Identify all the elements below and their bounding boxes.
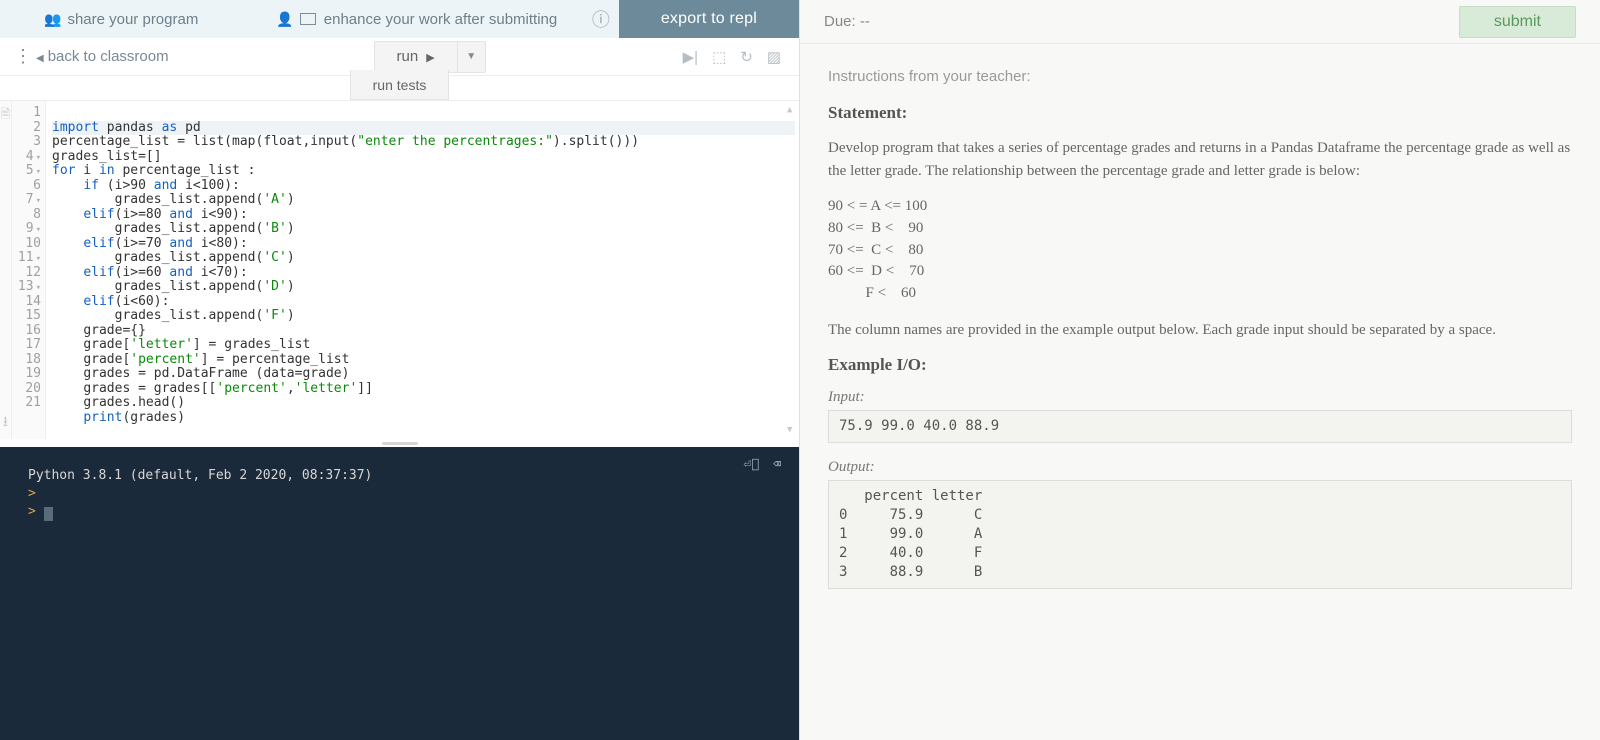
submit-button[interactable]: submit — [1459, 6, 1576, 38]
caret-left-icon — [36, 48, 44, 65]
terminal-prompt: > — [28, 504, 36, 519]
run-button-group: run ▼ — [374, 41, 486, 73]
example-input-box: 75.9 99.0 40.0 88.9 — [828, 410, 1572, 443]
instructions-panel: Instructions from your teacher: Statemen… — [800, 44, 1600, 613]
run-label: run — [397, 48, 419, 65]
statement-text: Develop program that takes a series of p… — [828, 137, 1572, 182]
instructions-heading: Instructions from your teacher: — [828, 68, 1572, 85]
back-label: back to classroom — [48, 48, 169, 65]
grade-mapping: 90 < = A <= 100 80 <= B < 90 70 <= C < 8… — [828, 196, 1572, 305]
example-output-box: percent letter 0 75.9 C 1 99.0 A 2 40.0 … — [828, 480, 1572, 588]
editor-action-icons: ▶| ⬚ ↻ ▨ — [683, 48, 791, 66]
pane-resize-handle[interactable] — [0, 439, 799, 447]
person-icon — [276, 11, 293, 28]
export-label: export to repl — [661, 10, 757, 28]
step-next-icon[interactable]: ▶| — [683, 48, 698, 66]
export-to-repl-button[interactable]: export to repl — [619, 0, 799, 38]
more-menu-icon[interactable]: ⋮ — [8, 46, 28, 67]
submit-label: submit — [1494, 13, 1541, 30]
file-icon: 🗎 — [1, 105, 11, 126]
output-label: Output: — [828, 459, 1572, 476]
play-icon — [426, 48, 434, 65]
info-icon[interactable]: ⓘ — [583, 6, 619, 32]
editor-scrollbar[interactable]: ▲▼ — [787, 103, 797, 437]
code-editor[interactable]: 🗎 ⭳ 123456789101112131415161718192021 im… — [0, 101, 799, 439]
people-icon — [44, 11, 61, 28]
code-content[interactable]: import pandas as pd percentage_list = li… — [46, 101, 799, 439]
breakpoint-gutter[interactable]: 🗎 ⭳ — [0, 101, 12, 439]
package-icon[interactable]: ⬚ — [712, 48, 726, 66]
enhance-work-link[interactable]: enhance your work after submitting — [216, 11, 575, 28]
columns-note: The column names are provided in the exa… — [828, 319, 1572, 342]
back-to-classroom-link[interactable]: back to classroom — [28, 48, 177, 65]
input-label: Input: — [828, 389, 1572, 406]
runtests-label: run tests — [373, 77, 427, 93]
run-tests-button[interactable]: run tests — [350, 70, 450, 100]
terminal-line: Python 3.8.1 (default, Feb 2 2020, 08:37… — [28, 467, 771, 485]
assignment-header: Due: -- submit — [800, 0, 1600, 44]
share-label: share your program — [67, 11, 198, 28]
refresh-icon[interactable]: ↻ — [740, 48, 753, 66]
terminal-input-icon[interactable]: ⏎⃞ — [744, 457, 760, 472]
terminal-prompt: > — [28, 486, 36, 501]
enhance-label: enhance your work after submitting — [324, 11, 557, 28]
terminal-clear-icon[interactable]: ⌫ — [773, 457, 781, 472]
download-icon[interactable]: ⭳ — [3, 411, 8, 435]
line-number-gutter: 123456789101112131415161718192021 — [12, 101, 46, 439]
screen-icon — [300, 13, 316, 25]
run-dropdown-toggle[interactable]: ▼ — [457, 42, 485, 72]
top-strip: share your program enhance your work aft… — [0, 0, 799, 38]
terminal-cursor — [44, 507, 53, 521]
example-io-heading: Example I/O: — [828, 355, 1572, 375]
statement-heading: Statement: — [828, 103, 1572, 123]
terminal[interactable]: ⏎⃞ ⌫ Python 3.8.1 (default, Feb 2 2020, … — [0, 447, 799, 740]
share-program-link[interactable]: share your program — [0, 11, 216, 28]
due-date: Due: -- — [824, 13, 870, 30]
expand-icon[interactable]: ▨ — [767, 48, 781, 66]
run-button[interactable]: run — [375, 42, 457, 72]
